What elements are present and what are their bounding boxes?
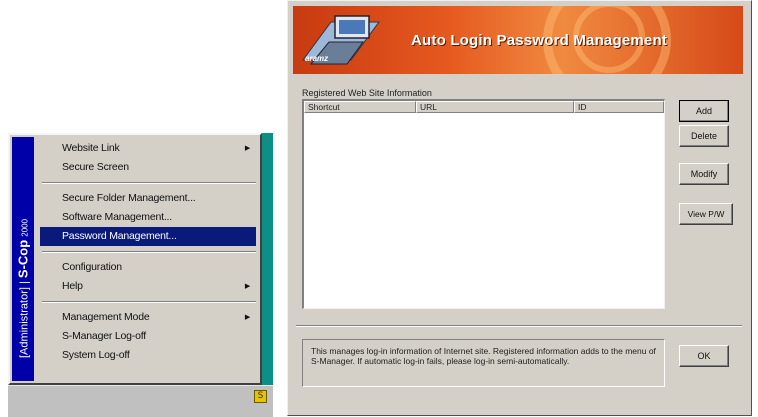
desktop-background — [262, 133, 273, 385]
menu-item-configuration[interactable]: Configuration — [40, 258, 256, 277]
sidebar-brand: S-Cop — [15, 239, 31, 279]
sidebar-version: 2000 — [20, 218, 30, 237]
menu-item-management-mode[interactable]: Management Mode ▶ — [40, 308, 256, 327]
view-password-button[interactable]: View P/W — [679, 203, 733, 225]
menu-sidebar-banner: [Administrator] | S-Cop 2000 — [12, 137, 34, 381]
add-button[interactable]: Add — [679, 100, 729, 122]
menu-item-website-link[interactable]: Website Link ▶ — [40, 139, 256, 158]
column-header-url[interactable]: URL — [416, 101, 574, 113]
menu-item-s-manager-logoff[interactable]: S-Manager Log-off — [40, 327, 256, 346]
menu-separator — [42, 251, 256, 253]
ok-button[interactable]: OK — [679, 345, 729, 367]
column-header-shortcut[interactable]: Shortcut — [304, 101, 416, 113]
column-header-id[interactable]: ID — [574, 101, 664, 113]
sidebar-role-label: [Administrator] — [18, 287, 31, 358]
menu-item-label: Secure Folder Management... — [62, 192, 196, 204]
menu-item-label: Secure Screen — [62, 161, 129, 173]
menu-item-label: Software Management... — [62, 211, 172, 223]
menu-item-system-logoff[interactable]: System Log-off — [40, 346, 256, 365]
menu-item-software-management[interactable]: Software Management... — [40, 208, 256, 227]
taskbar: S — [8, 385, 273, 417]
menu-item-label: Help — [62, 280, 83, 292]
menu-item-label: System Log-off — [62, 349, 130, 361]
dialog-title: Auto Login Password Management — [411, 32, 668, 49]
dialog-banner: aramz Auto Login Password Management — [293, 6, 743, 74]
menu-item-label: Management Mode — [62, 311, 150, 323]
menu-item-help[interactable]: Help ▶ — [40, 277, 256, 296]
divider — [296, 325, 742, 327]
submenu-arrow-icon: ▶ — [244, 313, 250, 321]
menu-items: Website Link ▶ Secure Screen Secure Fold… — [40, 139, 256, 365]
menu-item-label: Password Management... — [62, 230, 177, 242]
password-management-dialog: aramz Auto Login Password Management Reg… — [287, 0, 752, 416]
list-header: Shortcut URL ID — [304, 101, 664, 113]
delete-button[interactable]: Delete — [679, 125, 729, 147]
menu-sidebar-text: [Administrator] | S-Cop 2000 — [15, 218, 31, 358]
modify-button[interactable]: Modify — [679, 163, 729, 185]
menu-item-secure-screen[interactable]: Secure Screen — [40, 158, 256, 177]
info-description: This manages log-in information of Inter… — [302, 339, 665, 387]
s-cop-tray-icon[interactable]: S — [254, 390, 267, 403]
menu-separator — [42, 301, 256, 303]
context-menu: [Administrator] | S-Cop 2000 Website Lin… — [8, 133, 262, 385]
menu-item-label: Configuration — [62, 261, 122, 273]
registered-sites-label: Registered Web Site Information — [302, 88, 432, 98]
registered-sites-list[interactable]: Shortcut URL ID — [302, 99, 665, 309]
submenu-arrow-icon: ▶ — [244, 144, 250, 152]
menu-item-label: S-Manager Log-off — [62, 330, 146, 342]
menu-item-label: Website Link — [62, 142, 120, 154]
menu-item-secure-folder-management[interactable]: Secure Folder Management... — [40, 189, 256, 208]
submenu-arrow-icon: ▶ — [244, 282, 250, 290]
menu-separator — [42, 182, 256, 184]
menu-item-password-management[interactable]: Password Management... — [40, 227, 256, 246]
tray-context-menu-area: [Administrator] | S-Cop 2000 Website Lin… — [8, 133, 273, 417]
banner-brand-logo: aramz — [305, 54, 329, 63]
